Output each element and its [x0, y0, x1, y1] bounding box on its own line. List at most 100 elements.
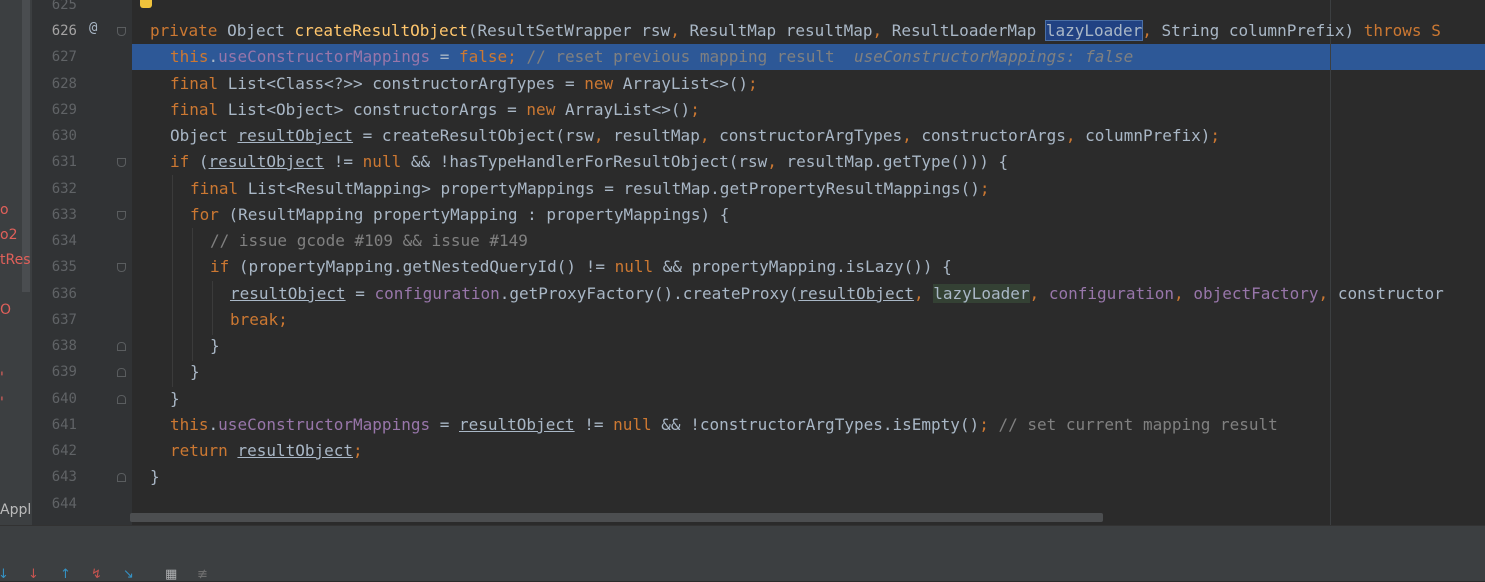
line-number: 642 [51, 443, 77, 459]
fold-icon[interactable] [117, 263, 126, 272]
code-token: objectFactory [1193, 284, 1319, 303]
code-line-639[interactable]: } [190, 359, 200, 385]
code-token: , [1174, 284, 1194, 303]
code-token: configuration [1048, 284, 1175, 303]
code-token: constructorArgTypes [719, 126, 903, 145]
indent-guide [192, 228, 193, 361]
code-line-636[interactable]: resultObject = configuration.getProxyFac… [230, 281, 1444, 307]
code-token: , [767, 152, 787, 171]
code-line-640[interactable]: } [170, 386, 180, 412]
code-line-641[interactable]: this.useConstructorMappings = resultObje… [170, 412, 1278, 438]
lightbulb-intention-icon[interactable] [140, 0, 152, 8]
project-tree-fragment-app[interactable]: Appl [0, 502, 31, 518]
code-token: , [872, 21, 892, 40]
code-token: } [190, 362, 200, 381]
code-line-632[interactable]: final List<ResultMapping> propertyMappin… [190, 176, 990, 202]
code-token: columnPrefix) [1085, 126, 1211, 145]
code-token: useConstructorMappings [218, 415, 431, 434]
project-tree-fragment[interactable]: O [0, 302, 11, 318]
project-tree-fragment[interactable]: o2 [0, 227, 17, 243]
highlighted-reference: lazyLoader [933, 284, 1030, 303]
code-token: = [430, 415, 459, 434]
code-token: ArrayList<>() [622, 74, 748, 93]
project-panel-scrollbar[interactable] [22, 0, 30, 292]
code-token: Object [170, 126, 238, 145]
code-token: null [362, 152, 411, 171]
code-token: && !constructorArgTypes.isEmpty() [661, 415, 980, 434]
override-marker-icon[interactable]: @ [89, 20, 97, 36]
line-number: 632 [51, 181, 77, 197]
code-line-637[interactable]: break; [230, 307, 288, 333]
code-token: , [699, 126, 720, 145]
code-token: ; [979, 415, 999, 434]
fold-icon[interactable] [117, 27, 126, 36]
selected-token: lazyLoader [1044, 20, 1144, 41]
code-token: && propertyMapping.isLazy()) { [662, 257, 952, 276]
code-token: ; [1210, 126, 1221, 145]
code-token: for [190, 205, 229, 224]
code-comment: // set current mapping result [998, 415, 1278, 434]
fold-icon[interactable] [117, 395, 126, 404]
code-editor[interactable]: private Object createResultObject(Result… [132, 0, 1485, 525]
code-line-629[interactable]: final List<Object> constructorArgs = new… [170, 97, 700, 123]
code-token: ; [507, 47, 527, 66]
code-token: (ResultMapping propertyMapping : propert… [228, 205, 730, 224]
line-number: 643 [51, 469, 77, 485]
fold-icon[interactable] [117, 368, 126, 377]
project-tree-fragment[interactable]: tRes [0, 252, 31, 268]
project-tree-fragment[interactable]: ' [0, 395, 4, 411]
code-line-643[interactable]: } [150, 464, 160, 490]
code-line-628[interactable]: final List<Class<?>> constructorArgTypes… [170, 71, 758, 97]
code-token: } [210, 336, 220, 355]
code-line-635[interactable]: if (propertyMapping.getNestedQueryId() !… [210, 254, 952, 280]
code-line-634[interactable]: // issue gcode #109 && issue #149 [210, 228, 528, 254]
right-margin-guide [1330, 0, 1331, 525]
code-token: (propertyMapping.getNestedQueryId() != [238, 257, 615, 276]
code-line-638[interactable]: } [210, 333, 220, 359]
code-line-626[interactable]: private Object createResultObject(Result… [150, 18, 1441, 44]
code-line-642[interactable]: return resultObject; [170, 438, 363, 464]
line-number: 627 [51, 49, 77, 65]
code-token: = [345, 284, 375, 303]
project-tree-fragment[interactable]: ' [0, 370, 4, 386]
line-number: 630 [51, 128, 77, 144]
code-token: , [1142, 21, 1162, 40]
code-line-630[interactable]: Object resultObject = createResultObject… [170, 123, 1220, 149]
code-token: resultObject [208, 152, 325, 171]
code-token: ; [747, 74, 758, 93]
code-token: new [526, 100, 565, 119]
code-token: ArrayList<>() [564, 100, 691, 119]
fold-icon[interactable] [117, 473, 126, 482]
line-number: 625 [51, 0, 77, 13]
code-token: . [208, 47, 219, 66]
code-token: return [170, 441, 238, 460]
code-token: List<ResultMapping> propertyMappings = r… [247, 179, 980, 198]
code-token: useConstructorMappings [218, 47, 431, 66]
fold-icon[interactable] [117, 158, 126, 167]
project-tree-fragment[interactable]: o [0, 202, 9, 218]
code-line-627[interactable]: this.useConstructorMappings = false; // … [170, 44, 1133, 70]
code-token: this [170, 415, 209, 434]
code-comment: // reset previous mapping result [526, 47, 854, 66]
code-token: } [150, 467, 160, 486]
code-token: List<Object> constructorArgs = [227, 100, 527, 119]
code-token: resultMap.getType())) { [786, 152, 1009, 171]
code-token: ; [353, 441, 363, 460]
line-number: 639 [51, 364, 77, 380]
code-line-631[interactable]: if (resultObject != null && !hasTypeHand… [170, 149, 1008, 175]
line-number: 641 [51, 417, 77, 433]
code-token: . [208, 415, 219, 434]
code-token: resultMap [613, 126, 700, 145]
fold-icon[interactable] [117, 211, 126, 220]
project-panel-edge: o o2 tRes O ' ' Appl [0, 0, 32, 525]
code-token: resultObject [798, 284, 914, 303]
code-token: && !hasTypeHandlerForResultObject(rsw [410, 152, 768, 171]
fold-icon[interactable] [117, 342, 126, 351]
code-token: String columnPrefix) [1161, 21, 1364, 40]
line-number: 626 [51, 23, 77, 39]
code-line-633[interactable]: for (ResultMapping propertyMapping : pro… [190, 202, 729, 228]
inline-debug-value: useConstructorMappings: false [853, 47, 1134, 66]
code-token: = createResultObject(rsw [353, 126, 594, 145]
horizontal-scrollbar[interactable] [130, 513, 1103, 522]
code-token: throws S [1363, 21, 1441, 40]
